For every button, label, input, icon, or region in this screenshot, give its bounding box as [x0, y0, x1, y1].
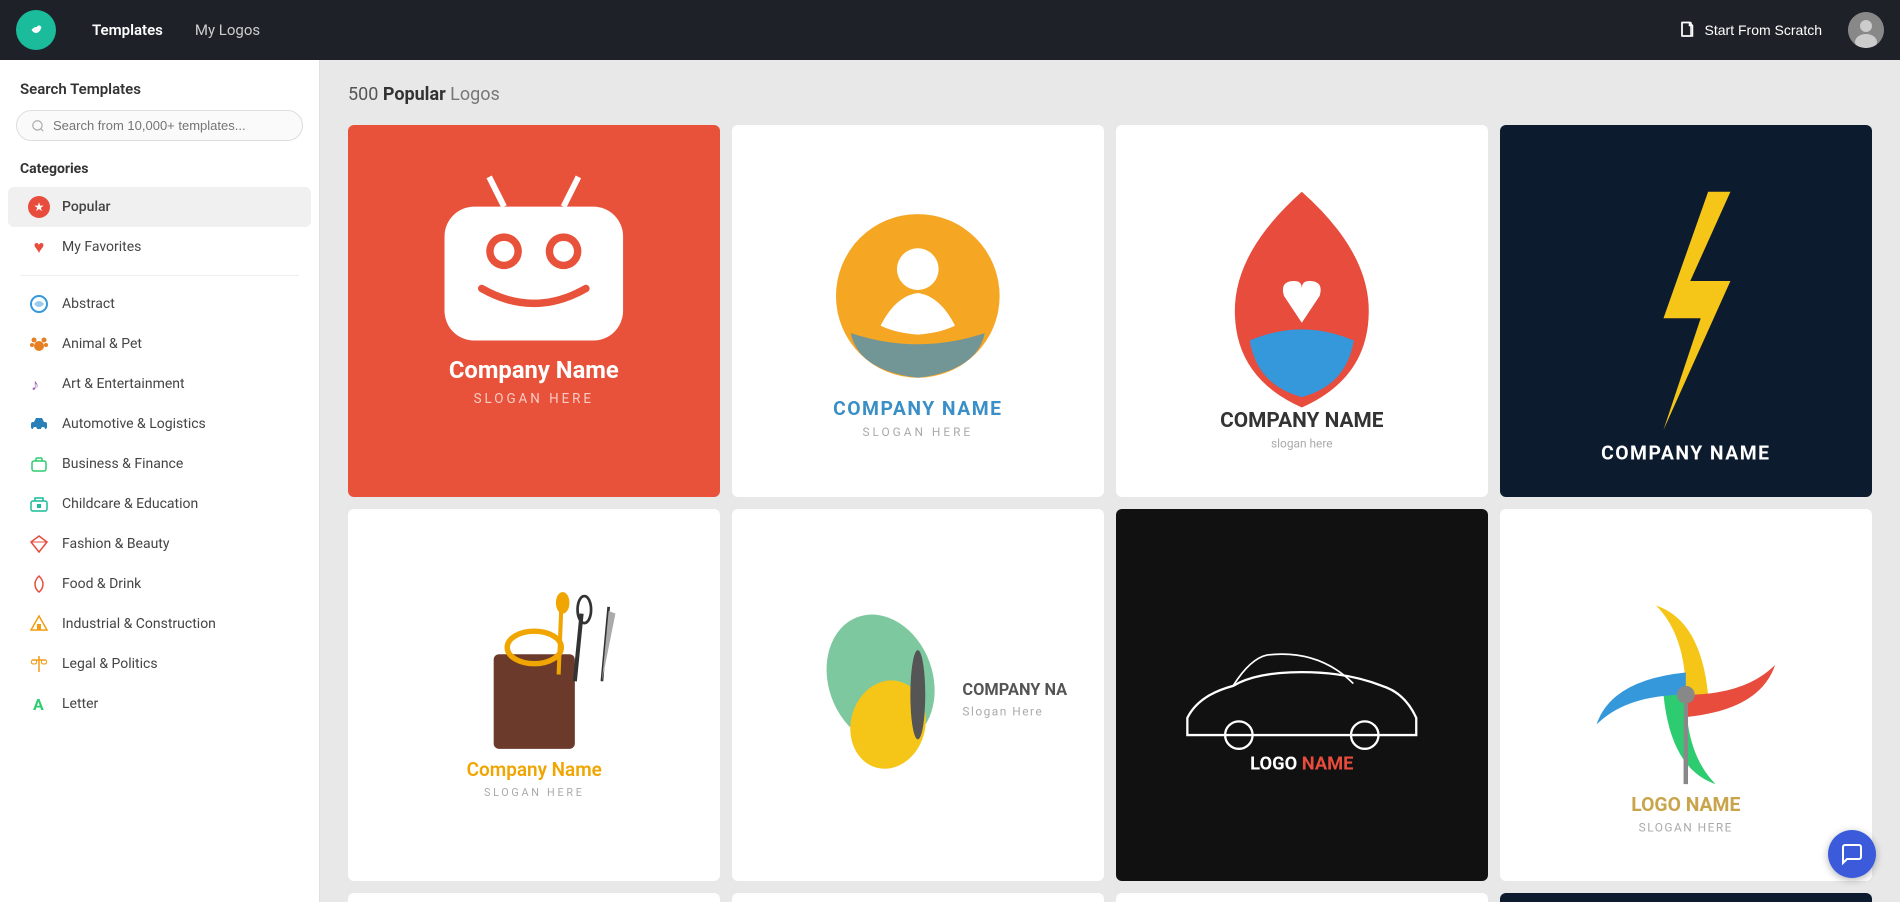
sidebar-item-popular[interactable]: ★ Popular: [8, 187, 311, 227]
scales-icon: [28, 653, 50, 675]
sidebar-item-business[interactable]: Business & Finance: [8, 444, 311, 484]
car-icon: [28, 413, 50, 435]
education-icon: [28, 493, 50, 515]
svg-text:Company Name: Company Name: [466, 758, 601, 781]
svg-text:COMPANY NAME: COMPANY NAME: [833, 397, 1002, 420]
sidebar-item-animal[interactable]: Animal & Pet: [8, 324, 311, 364]
svg-text:♪: ♪: [31, 375, 39, 394]
result-count: 500: [348, 84, 378, 105]
svg-text:COMPANY NAME: COMPANY NAME: [963, 680, 1067, 699]
sidebar-item-industrial[interactable]: Industrial & Construction: [8, 604, 311, 644]
svg-text:Slogan Here: Slogan Here: [963, 705, 1044, 719]
logo-card-4[interactable]: COMPANY NAME: [1500, 125, 1872, 497]
nav-links: Templates My Logos: [80, 15, 272, 45]
category-highlight: Popular: [383, 84, 446, 105]
abstract-icon: [28, 293, 50, 315]
logo-card-9[interactable]: LOGO: [348, 893, 720, 902]
nav-my-logos[interactable]: My Logos: [183, 15, 272, 45]
logo-card-5[interactable]: Company Name SLOGAN HERE: [348, 509, 720, 881]
svg-text:SLOGAN HERE: SLOGAN HERE: [474, 392, 594, 407]
search-section-title: Search Templates: [0, 80, 319, 110]
main-layout: Search Templates Categories ★ Popular ♥ …: [0, 60, 1900, 902]
logo-card-12[interactable]: LOGO: [1500, 893, 1872, 902]
logo-card-6[interactable]: COMPANY NAME Slogan Here: [732, 509, 1104, 881]
svg-text:SLOGAN HERE: SLOGAN HERE: [484, 786, 585, 799]
logo-card-11[interactable]: NAME: [1116, 893, 1488, 902]
main-content: 500 Popular Logos: [320, 60, 1900, 902]
svg-text:COMPANY NAME: COMPANY NAME: [1601, 442, 1770, 460]
nav-right: Start From Scratch: [1669, 12, 1884, 48]
sidebar-item-automotive[interactable]: Automotive & Logistics: [8, 404, 311, 444]
content-header: 500 Popular Logos: [348, 84, 1872, 105]
categories-title: Categories: [0, 161, 319, 187]
chat-button[interactable]: [1828, 830, 1876, 878]
svg-text:LOGO NAME: LOGO NAME: [1250, 753, 1353, 774]
diamond-icon: [28, 533, 50, 555]
start-from-scratch-button[interactable]: Start From Scratch: [1669, 15, 1832, 45]
popular-icon: ★: [28, 196, 50, 218]
user-avatar[interactable]: [1848, 12, 1884, 48]
food-icon: [28, 573, 50, 595]
music-icon: ♪: [28, 373, 50, 395]
svg-text:A: A: [33, 695, 44, 714]
logo-card-3[interactable]: COMPANY NAME slogan here: [1116, 125, 1488, 497]
sidebar-item-favorites[interactable]: ♥ My Favorites: [8, 227, 311, 267]
logo-card-7[interactable]: LOGO NAME: [1116, 509, 1488, 881]
construction-icon: [28, 613, 50, 635]
svg-text:Company Name: Company Name: [449, 356, 619, 384]
chat-icon: [1840, 842, 1864, 866]
sidebar-item-legal[interactable]: Legal & Politics: [8, 644, 311, 684]
paw-icon: [28, 333, 50, 355]
sidebar-item-favorites-label: My Favorites: [62, 239, 141, 255]
app-logo[interactable]: [16, 10, 56, 50]
document-icon: [1679, 21, 1697, 39]
svg-text:SLOGAN HERE: SLOGAN HERE: [1639, 821, 1733, 835]
svg-text:COMPANY NAME: COMPANY NAME: [1220, 409, 1384, 433]
heart-icon: ♥: [28, 236, 50, 258]
svg-text:slogan here: slogan here: [1271, 437, 1333, 451]
logo-card-1[interactable]: Company Name SLOGAN HERE: [348, 125, 720, 497]
search-icon: [31, 119, 45, 133]
sidebar-item-childcare[interactable]: Childcare & Education: [8, 484, 311, 524]
sidebar-item-fashion[interactable]: Fashion & Beauty: [8, 524, 311, 564]
search-input[interactable]: [53, 118, 288, 133]
divider: [20, 275, 299, 276]
briefcase-icon: [28, 453, 50, 475]
sidebar-item-abstract[interactable]: Abstract: [8, 284, 311, 324]
letter-icon: A: [28, 693, 50, 715]
search-input-wrap[interactable]: [16, 110, 303, 141]
sidebar-item-popular-label: Popular: [62, 199, 111, 215]
logo-card-8[interactable]: LOGO NAME SLOGAN HERE: [1500, 509, 1872, 881]
sidebar-item-food[interactable]: Food & Drink: [8, 564, 311, 604]
nav-templates[interactable]: Templates: [80, 15, 175, 45]
search-section: [0, 110, 319, 161]
sidebar-item-art[interactable]: ♪ Art & Entertainment: [8, 364, 311, 404]
svg-text:SLOGAN HERE: SLOGAN HERE: [863, 425, 974, 439]
svg-text:LOGO NAME: LOGO NAME: [1631, 793, 1740, 816]
sidebar: Search Templates Categories ★ Popular ♥ …: [0, 60, 320, 902]
logo-card-10[interactable]: BRAND: [732, 893, 1104, 902]
content-suffix: Logos: [450, 84, 500, 105]
sidebar-item-letter[interactable]: A Letter: [8, 684, 311, 724]
top-navigation: Templates My Logos Start From Scratch: [0, 0, 1900, 60]
logo-card-2[interactable]: COMPANY NAME SLOGAN HERE: [732, 125, 1104, 497]
logo-grid: Company Name SLOGAN HERE COMPANY NAME SL…: [348, 125, 1872, 902]
